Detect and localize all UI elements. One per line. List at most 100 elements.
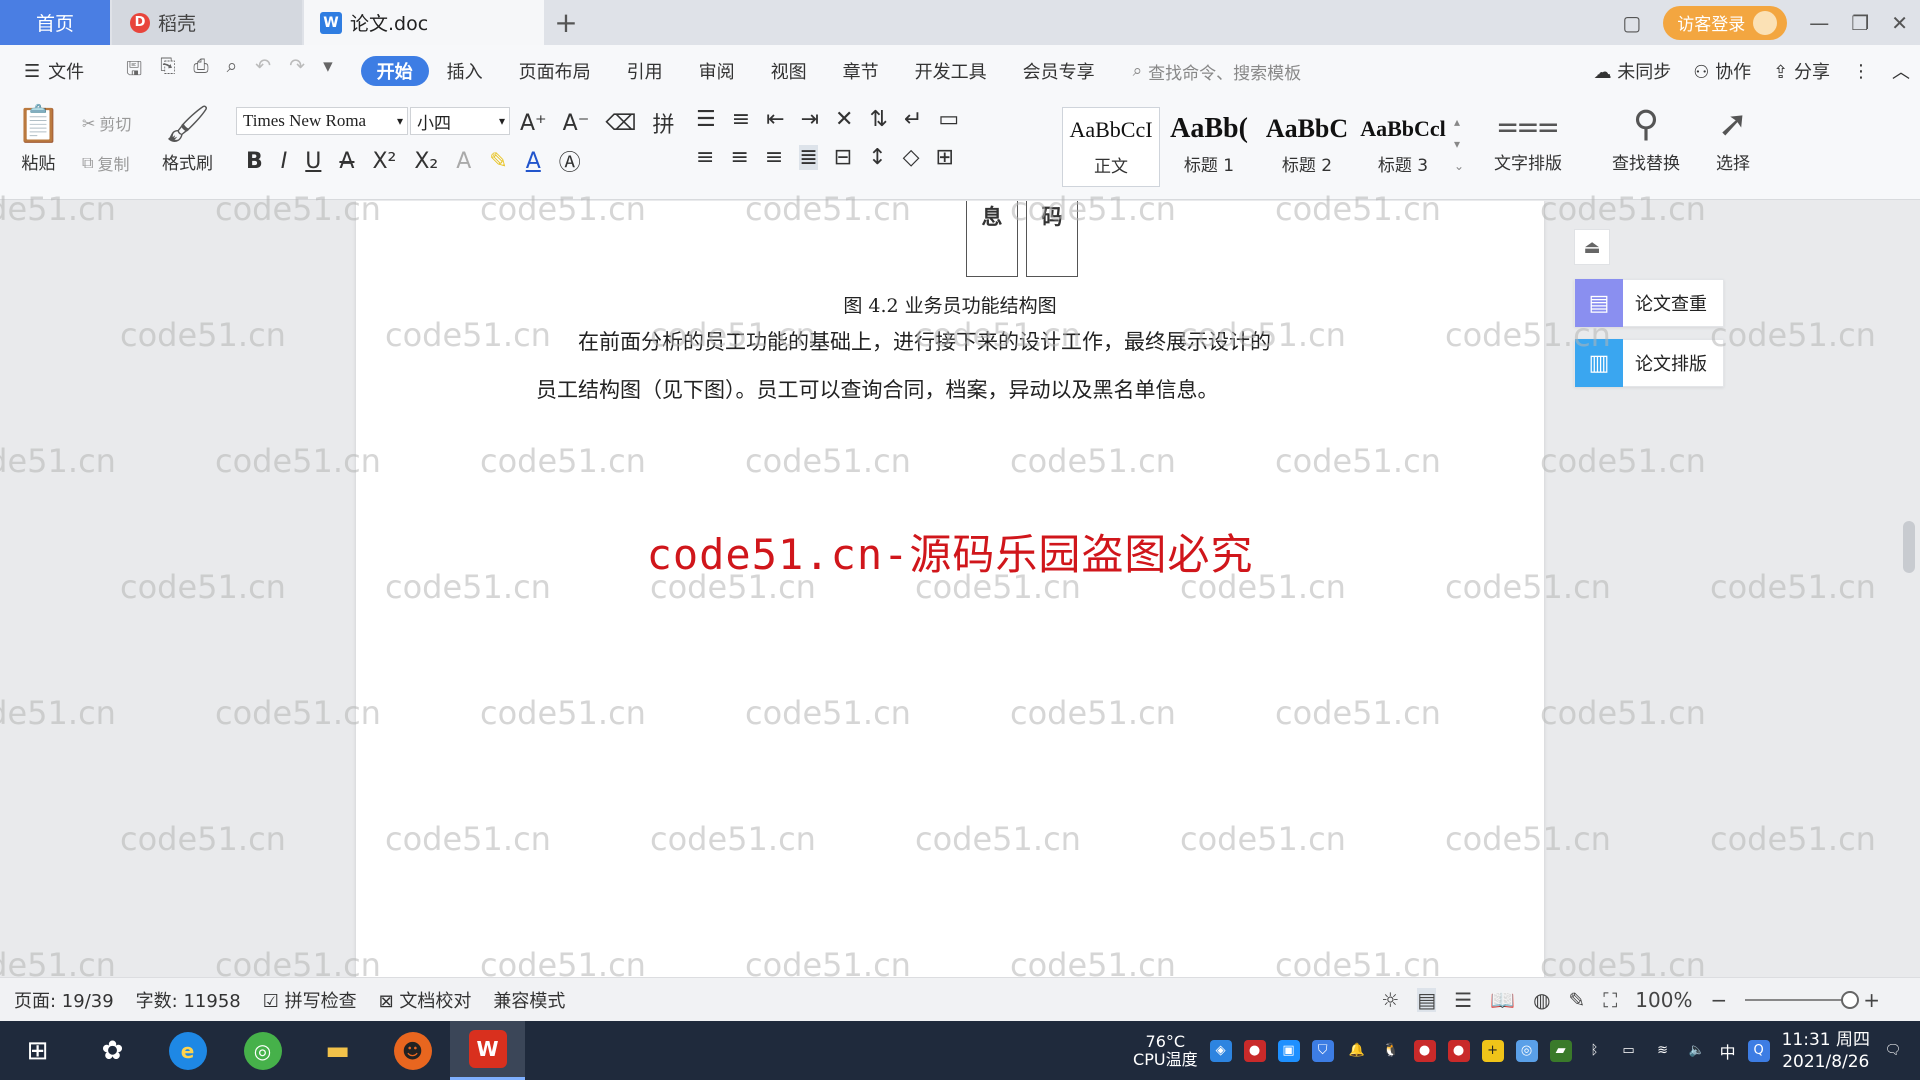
proofread-button[interactable]: ⊠ 文档校对 <box>379 987 472 1013</box>
page-view-icon[interactable]: ▤ <box>1417 988 1437 1012</box>
numbered-list-icon[interactable]: ≡ <box>732 107 750 132</box>
tab-developer[interactable]: 开发工具 <box>897 56 1005 86</box>
sync-status[interactable]: ☁ 未同步 <box>1594 58 1672 84</box>
tab-review[interactable]: 审阅 <box>681 56 753 86</box>
char-border-icon[interactable]: Ⓐ <box>559 145 581 177</box>
undo-icon[interactable]: ↶ <box>255 55 271 87</box>
zoom-out-icon[interactable]: − <box>1710 988 1727 1012</box>
ruler-icon[interactable]: ▭ <box>938 107 959 132</box>
notification-icon[interactable]: 🗨 <box>1882 1040 1904 1062</box>
wps-taskbar-icon[interactable]: W <box>450 1021 525 1080</box>
align-left-icon[interactable]: ≡ <box>696 145 714 170</box>
volume-icon[interactable]: 🔈 <box>1686 1040 1708 1062</box>
web-view-icon[interactable]: ◍ <box>1533 988 1550 1012</box>
select-button[interactable]: ➚ 选择 <box>1716 105 1750 175</box>
tab-home[interactable]: 首页 <box>0 0 110 45</box>
vertical-scrollbar[interactable] <box>1902 201 1918 977</box>
outline-view-icon[interactable]: ☰ <box>1454 988 1472 1012</box>
qq-icon[interactable]: 🐧 <box>1380 1040 1402 1062</box>
style-heading-1[interactable]: AaBb( 标题 1 <box>1160 107 1258 187</box>
text-effect-icon[interactable]: A <box>456 149 471 174</box>
tab-insert[interactable]: 插入 <box>429 56 501 86</box>
export-icon[interactable]: ⎘ <box>160 55 175 87</box>
text-layout-button[interactable]: ⩶ 文字排版 <box>1494 105 1562 175</box>
tab-references[interactable]: 引用 <box>609 56 681 86</box>
window-layout-icon[interactable]: ▢ <box>1622 11 1641 35</box>
360-browser-icon[interactable]: ◎ <box>225 1021 300 1080</box>
print-icon[interactable]: ⎙ <box>193 55 208 87</box>
page-indicator[interactable]: 页面: 19/39 <box>14 987 114 1013</box>
font-name-select[interactable]: Times New Roma ▾ <box>236 107 408 135</box>
chinese-layout-icon[interactable]: ✕ <box>835 107 853 132</box>
tray-app-icon[interactable]: ● <box>1413 1039 1436 1062</box>
phonetic-icon[interactable]: 拼 <box>652 107 674 139</box>
subscript-icon[interactable]: X₂ <box>414 149 438 174</box>
fit-page-icon[interactable]: ⛶ <box>1603 988 1617 1012</box>
shrink-font-icon[interactable]: A⁻ <box>563 111 590 136</box>
command-search[interactable]: ⌕ 查找命令、搜索模板 <box>1133 59 1302 84</box>
tab-document[interactable]: W 论文.doc <box>304 0 544 45</box>
ie-browser-icon[interactable]: e <box>150 1021 225 1080</box>
write-mode-icon[interactable]: ✎ <box>1569 988 1586 1012</box>
collapse-ribbon-icon[interactable]: ︿ <box>1892 58 1910 84</box>
tray-app-icon[interactable]: + <box>1481 1039 1504 1062</box>
zoom-level[interactable]: 100% <box>1635 988 1692 1012</box>
copy-button[interactable]: ⧉ 复制 <box>82 151 129 175</box>
thesis-check-button[interactable]: ▤ 论文查重 <box>1574 279 1724 327</box>
close-icon[interactable]: ✕ <box>1891 11 1908 35</box>
search-app-icon[interactable]: Q <box>1747 1039 1770 1062</box>
italic-icon[interactable]: I <box>281 149 288 174</box>
nvidia-icon[interactable]: ▰ <box>1549 1039 1572 1062</box>
minimize-icon[interactable]: — <box>1809 11 1829 35</box>
styles-scroll[interactable]: ▴ ▾ ⌄ <box>1454 111 1464 177</box>
document-page[interactable]: 息 码 图 4.2 业务员功能结构图 在前面分析的员工功能的基础上，进行接下来的… <box>356 201 1544 977</box>
align-right-icon[interactable]: ≡ <box>765 145 783 170</box>
decrease-indent-icon[interactable]: ⇤ <box>766 107 784 132</box>
format-painter-button[interactable]: 🖌 格式刷 <box>162 105 213 175</box>
underline-icon[interactable]: U <box>305 149 321 174</box>
find-replace-button[interactable]: ⚲ 查找替换 <box>1612 105 1680 175</box>
tray-app-icon[interactable]: ● <box>1447 1039 1470 1062</box>
word-count[interactable]: 字数: 11958 <box>136 987 241 1013</box>
zoom-in-icon[interactable]: + <box>1863 988 1880 1012</box>
style-heading-2[interactable]: AaBbC 标题 2 <box>1258 107 1356 187</box>
tray-app-icon[interactable]: ◈ <box>1209 1039 1232 1062</box>
paste-button[interactable]: 📋 粘贴 <box>16 105 61 175</box>
tab-chapter[interactable]: 章节 <box>825 56 897 86</box>
baidu-netdisk-icon[interactable]: ✿ <box>75 1021 150 1080</box>
strikethrough-icon[interactable]: A <box>339 149 354 174</box>
share-button[interactable]: ⇪ 分享 <box>1773 58 1830 84</box>
distribute-icon[interactable]: ⊟ <box>834 145 852 170</box>
bell-icon[interactable]: 🔔 <box>1346 1040 1368 1062</box>
redo-icon[interactable]: ↷ <box>289 55 305 87</box>
restore-icon[interactable]: ❐ <box>1851 11 1869 35</box>
zoom-slider[interactable] <box>1745 991 1860 1009</box>
line-break-icon[interactable]: ↵ <box>904 107 922 132</box>
more-dropdown-icon[interactable]: ▾ <box>323 55 333 87</box>
cpu-temperature[interactable]: 76°C CPU温度 <box>1133 1032 1198 1069</box>
collaborate-button[interactable]: ⚇ 协作 <box>1693 58 1751 84</box>
tray-app-icon[interactable]: ▣ <box>1277 1039 1300 1062</box>
battery-icon[interactable]: ▭ <box>1618 1040 1640 1062</box>
style-heading-3[interactable]: AaBbCcl 标题 3 <box>1354 107 1452 187</box>
tray-app-icon[interactable]: ◎ <box>1515 1039 1538 1062</box>
tab-daoke[interactable]: D 稻壳 <box>112 0 302 45</box>
guest-login-button[interactable]: 访客登录 <box>1663 5 1788 40</box>
eye-protection-icon[interactable]: ☼ <box>1381 988 1399 1012</box>
justify-icon[interactable]: ≣ <box>799 145 818 170</box>
windows-start-icon[interactable]: ⊞ <box>0 1021 75 1080</box>
reading-view-icon[interactable]: 📖 <box>1490 988 1515 1012</box>
ime-indicator[interactable]: 中 <box>1720 1039 1736 1063</box>
wifi-icon[interactable]: ≋ <box>1652 1040 1674 1062</box>
tab-member[interactable]: 会员专享 <box>1005 56 1113 86</box>
highlight-icon[interactable]: ✎ <box>489 149 507 174</box>
bullet-list-icon[interactable]: ☰ <box>696 107 716 132</box>
bold-icon[interactable]: B <box>246 149 263 174</box>
save-icon[interactable]: 🖫 <box>126 55 142 87</box>
tab-view[interactable]: 视图 <box>753 56 825 86</box>
file-explorer-icon[interactable]: ▬ <box>300 1021 375 1080</box>
shading-icon[interactable]: ◇ <box>903 145 920 170</box>
more-options-icon[interactable]: ⋮ <box>1852 61 1870 82</box>
bluetooth-icon[interactable]: ᛒ <box>1584 1040 1606 1062</box>
new-tab-button[interactable]: + <box>548 0 584 45</box>
